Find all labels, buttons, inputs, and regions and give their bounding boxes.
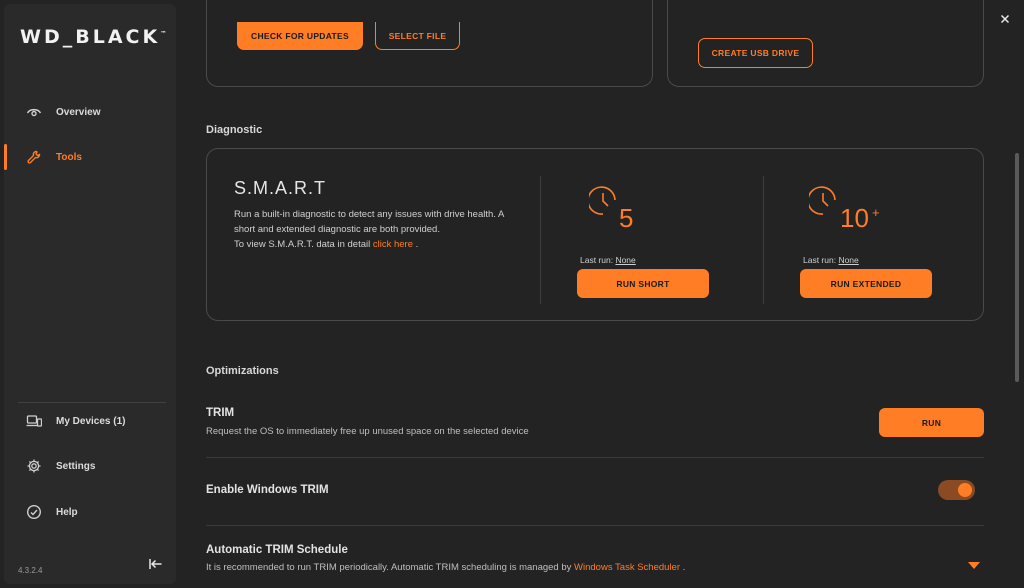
last-run-label: Last run: xyxy=(803,255,839,265)
sidebar-item-settings[interactable]: Settings xyxy=(4,449,176,483)
collapse-left-icon[interactable] xyxy=(147,555,165,573)
smart-title: S.M.A.R.T xyxy=(234,178,327,198)
scrollbar-thumb[interactable] xyxy=(1015,153,1019,382)
sidebar-item-help[interactable]: Help xyxy=(4,495,176,529)
clock-icon xyxy=(587,183,619,226)
trim-schedule-title: Automatic TRIM Schedule xyxy=(206,544,348,556)
short-test-minutes: 5 xyxy=(619,203,634,233)
sidebar-item-label: Help xyxy=(56,506,78,518)
app-version: 4.3.2.4 xyxy=(18,566,43,575)
windows-trim-title: Enable Windows TRIM xyxy=(206,484,329,496)
smart-description: Run a built-in diagnostic to detect any … xyxy=(234,207,524,252)
sidebar-item-label: My Devices (1) xyxy=(56,415,126,427)
smart-desc-text-2: To view S.M.A.R.T. data in detail xyxy=(234,239,373,250)
diagnostic-section-title: Diagnostic xyxy=(206,124,263,136)
wrench-icon xyxy=(26,149,42,165)
sidebar-item-label: Tools xyxy=(56,151,82,163)
task-scheduler-link[interactable]: Windows Task Scheduler xyxy=(574,562,680,573)
clock-icon xyxy=(807,183,839,226)
sidebar-divider xyxy=(18,402,166,403)
devices-icon xyxy=(26,413,42,429)
sidebar-item-label: Settings xyxy=(56,460,96,472)
optimizations-section-title: Optimizations xyxy=(206,365,279,377)
select-file-button[interactable]: SELECT FILE xyxy=(375,22,460,50)
divider xyxy=(763,176,764,304)
windows-trim-toggle[interactable] xyxy=(938,480,975,500)
logo-trademark: ™ xyxy=(160,30,167,38)
run-extended-button[interactable]: RUN EXTENDED xyxy=(800,269,932,298)
logo-text: WD_BLACK xyxy=(20,26,161,48)
close-icon[interactable] xyxy=(998,12,1012,26)
divider xyxy=(206,525,984,526)
trim-description: Request the OS to immediately free up un… xyxy=(206,426,529,437)
sidebar-item-my-devices[interactable]: My Devices (1) xyxy=(4,404,176,438)
extended-test-minutes: 10 xyxy=(840,203,869,233)
schedule-desc-end: . xyxy=(680,562,686,573)
short-last-run: Last run: None xyxy=(580,255,636,265)
create-usb-drive-button[interactable]: CREATE USB DRIVE xyxy=(698,38,813,68)
help-icon xyxy=(26,504,42,520)
smart-data-link[interactable]: click here xyxy=(373,239,413,250)
sidebar-item-overview[interactable]: Overview xyxy=(4,95,176,129)
sidebar-item-label: Overview xyxy=(56,106,101,118)
run-trim-button[interactable]: RUN xyxy=(879,408,984,437)
app-window: WD_BLACK™ Overview Tools My Devices (1) xyxy=(0,0,1024,588)
extended-test-plus: + xyxy=(872,205,880,220)
wd-black-logo: WD_BLACK™ xyxy=(20,26,166,48)
trim-schedule-description: It is recommended to run TRIM periodical… xyxy=(206,562,685,573)
sidebar-item-tools[interactable]: Tools xyxy=(4,140,176,174)
run-short-button[interactable]: RUN SHORT xyxy=(577,269,709,298)
smart-desc-text: Run a built-in diagnostic to detect any … xyxy=(234,209,504,235)
schedule-desc-text: It is recommended to run TRIM periodical… xyxy=(206,562,575,573)
trim-title: TRIM xyxy=(206,407,235,419)
divider xyxy=(206,457,984,458)
chevron-down-icon[interactable] xyxy=(968,562,980,569)
smart-desc-text-3: . xyxy=(413,239,419,250)
divider xyxy=(540,176,541,304)
check-for-updates-button[interactable]: CHECK FOR UPDATES xyxy=(237,22,363,50)
last-run-label: Last run: xyxy=(580,255,616,265)
extended-last-run: Last run: None xyxy=(803,255,859,265)
gear-icon xyxy=(26,458,42,474)
last-run-value[interactable]: None xyxy=(838,255,858,265)
toggle-knob xyxy=(958,483,972,497)
eye-icon xyxy=(26,104,42,120)
sidebar: WD_BLACK™ Overview Tools My Devices (1) xyxy=(4,4,176,584)
last-run-value[interactable]: None xyxy=(615,255,635,265)
